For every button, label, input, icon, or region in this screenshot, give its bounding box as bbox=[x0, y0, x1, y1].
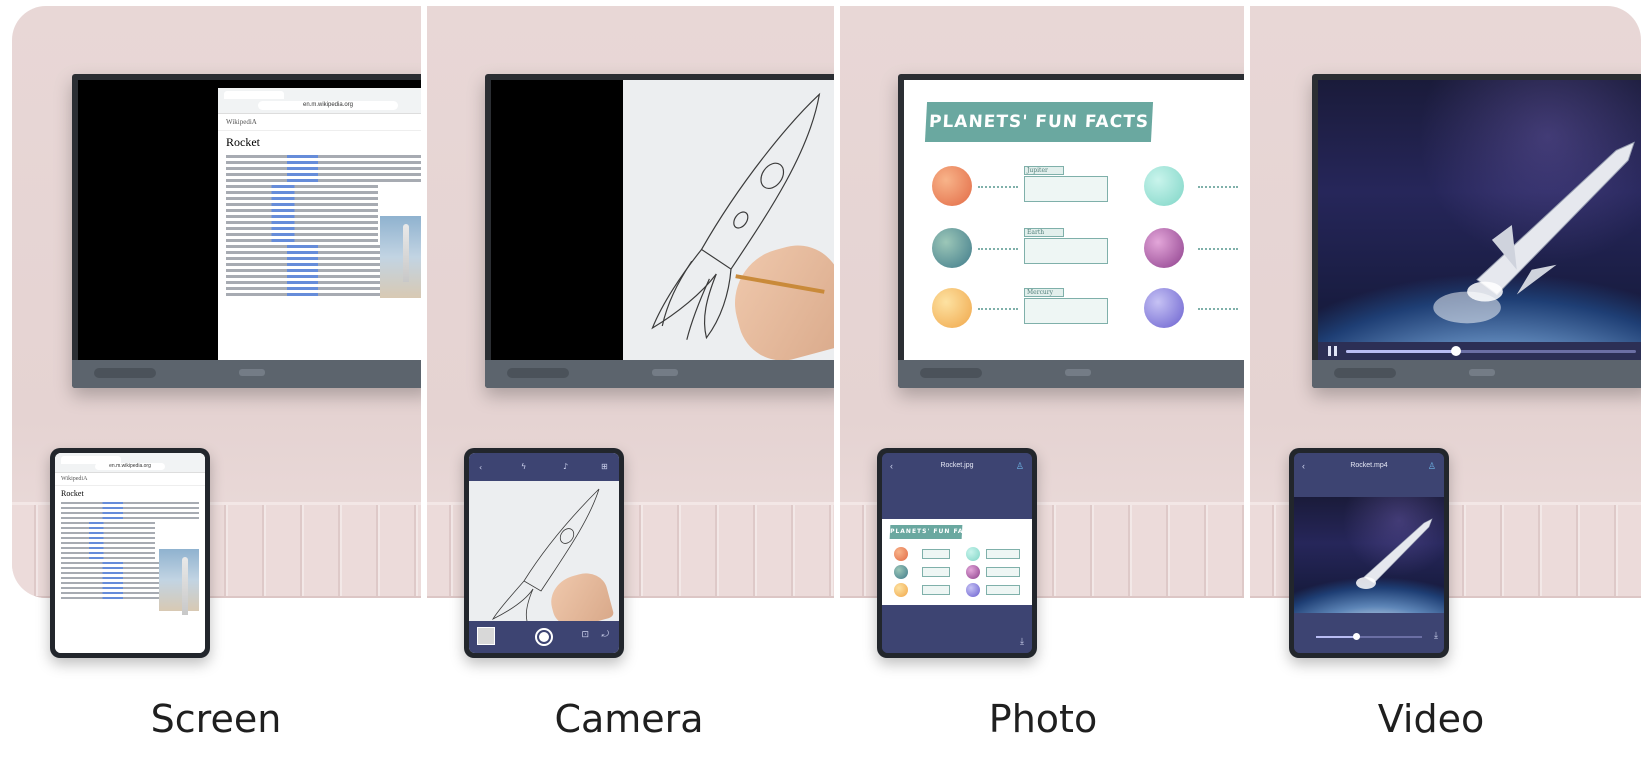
photo-file-name: Rocket.jpg bbox=[940, 462, 974, 469]
tablet-display: ‹ Rocket.mp4 ♙ ⤓ bbox=[1294, 453, 1444, 653]
seek-handle[interactable] bbox=[1451, 346, 1462, 356]
fact-box-earth bbox=[1024, 238, 1108, 264]
tablet-space-video bbox=[1294, 497, 1444, 613]
board-bezel bbox=[1312, 360, 1641, 388]
mercury-planet bbox=[932, 288, 972, 328]
cart-icon[interactable]: ⊞ bbox=[601, 462, 608, 471]
fact-label-mercury: Mercury bbox=[1024, 288, 1064, 297]
jupiter-planet bbox=[932, 166, 972, 206]
tablet-planets-slide: PLANETS' FUN FACTS bbox=[882, 519, 1032, 605]
tablet-display: en.m.wikipedia.org WikipediA Rocket bbox=[55, 453, 205, 653]
pause-icon[interactable] bbox=[1328, 346, 1338, 356]
tablet-video-seekbar[interactable] bbox=[1316, 633, 1422, 640]
board-bezel bbox=[898, 360, 1244, 388]
tablet-url-bar[interactable]: en.m.wikipedia.org bbox=[95, 463, 165, 470]
tablet-display: ‹ ϟ ♪ ⊞ ⊡ ⤾ bbox=[469, 453, 619, 653]
tablet-slide-title: PLANETS' FUN FACTS bbox=[889, 525, 979, 539]
switch-camera-icon[interactable]: ⊡ bbox=[581, 630, 589, 640]
interactive-board bbox=[1312, 74, 1641, 388]
photo-app-header: ‹ Rocket.jpg ♙ bbox=[882, 453, 1032, 491]
video-progress bbox=[1346, 350, 1457, 353]
rocket-sketch bbox=[623, 80, 834, 360]
wiki-article-title: Rocket bbox=[226, 135, 260, 149]
tablet-spaceship-graphic bbox=[1356, 518, 1433, 589]
download-icon[interactable]: ⤓ bbox=[1434, 631, 1438, 641]
tablet-seek-handle[interactable] bbox=[1353, 633, 1361, 640]
camera-bottom-bar: ⊡ ⤾ bbox=[469, 621, 619, 653]
video-app-footer: ⤓ bbox=[1294, 623, 1444, 653]
board-bezel bbox=[72, 360, 421, 388]
tablet-video-progress bbox=[1316, 636, 1357, 638]
feature-showcase: en.m.wikipedia.org WikipediA Rocket PLAN… bbox=[0, 0, 1641, 761]
board-screen: en.m.wikipedia.org WikipediA Rocket bbox=[78, 80, 421, 360]
planet-teal bbox=[1144, 166, 1184, 206]
tablet-earth bbox=[894, 565, 908, 579]
tablet-wiki-title: Rocket bbox=[61, 489, 84, 498]
gallery-thumbnail[interactable] bbox=[477, 627, 495, 645]
caption-camera: Camera bbox=[554, 697, 704, 741]
tablet-wiki-site-name: WikipediA bbox=[55, 473, 205, 486]
earth-planet bbox=[932, 228, 972, 268]
board-screen: PLANETS' FUN FACTS Jupiter Earth Mercury bbox=[904, 80, 1244, 360]
shutter-icon[interactable] bbox=[535, 628, 553, 646]
camera-toolbar: ‹ ϟ ♪ ⊞ bbox=[469, 453, 619, 481]
tablet-display: ‹ Rocket.jpg ♙ PLANETS' FUN FACTS ⤓ bbox=[882, 453, 1032, 653]
person-icon[interactable]: ♙ bbox=[1016, 461, 1024, 472]
interactive-board: PLANETS' FUN FACTS Jupiter Earth Mercury bbox=[898, 74, 1244, 388]
fact-label-jupiter: Jupiter bbox=[1024, 166, 1064, 175]
back-arrow-icon[interactable]: ‹ bbox=[479, 463, 482, 472]
flash-icon[interactable]: ϟ bbox=[521, 462, 526, 471]
rotate-icon[interactable]: ⤾ bbox=[602, 630, 610, 640]
video-seekbar[interactable] bbox=[1346, 346, 1636, 356]
tablet-rocket-photo bbox=[159, 549, 199, 615]
download-icon[interactable]: ⤓ bbox=[1020, 637, 1024, 647]
tablet-camera-preview bbox=[469, 481, 619, 621]
planet-violet bbox=[1144, 288, 1184, 328]
wiki-site-name: WikipediA bbox=[218, 114, 421, 131]
url-bar[interactable]: en.m.wikipedia.org bbox=[258, 101, 398, 110]
rocket-photo bbox=[380, 216, 421, 298]
tablet-camera: ‹ ϟ ♪ ⊞ ⊡ ⤾ bbox=[464, 448, 624, 658]
video-app-header: ‹ Rocket.mp4 ♙ bbox=[1294, 453, 1444, 491]
tablet-mercury bbox=[894, 583, 908, 597]
photo-app-footer: ⤓ bbox=[882, 633, 1032, 653]
slide-title: PLANETS' FUN FACTS bbox=[924, 102, 1154, 142]
mic-icon[interactable]: ♪ bbox=[563, 462, 568, 471]
video-file-name: Rocket.mp4 bbox=[1350, 462, 1388, 469]
interactive-board bbox=[485, 74, 834, 388]
tablet-photo: ‹ Rocket.jpg ♙ PLANETS' FUN FACTS ⤓ bbox=[877, 448, 1037, 658]
person-icon[interactable]: ♙ bbox=[1428, 461, 1436, 472]
board-screen bbox=[491, 80, 834, 360]
caption-photo: Photo bbox=[988, 697, 1098, 741]
planet-purple bbox=[1144, 228, 1184, 268]
caption-screen: Screen bbox=[150, 697, 282, 741]
planets-slide: PLANETS' FUN FACTS Jupiter Earth Mercury bbox=[904, 80, 1244, 360]
tablet-screen: en.m.wikipedia.org WikipediA Rocket bbox=[50, 448, 210, 658]
tablet-jupiter bbox=[894, 547, 908, 561]
fact-box-mercury bbox=[1024, 298, 1108, 324]
tablet-wiki-page: en.m.wikipedia.org WikipediA Rocket bbox=[55, 453, 205, 653]
wiki-page: en.m.wikipedia.org WikipediA Rocket bbox=[218, 88, 421, 360]
fact-label-earth: Earth bbox=[1024, 228, 1064, 237]
board-screen bbox=[1318, 80, 1641, 360]
video-controls bbox=[1318, 342, 1641, 360]
caption-video: Video bbox=[1377, 697, 1485, 741]
fact-box-jupiter bbox=[1024, 176, 1108, 202]
browser-chrome: en.m.wikipedia.org bbox=[218, 88, 421, 114]
board-bezel bbox=[485, 360, 834, 388]
spaceship-graphic bbox=[1433, 141, 1635, 324]
space-video bbox=[1318, 80, 1641, 360]
interactive-board: en.m.wikipedia.org WikipediA Rocket bbox=[72, 74, 421, 388]
tablet-video: ‹ Rocket.mp4 ♙ ⤓ bbox=[1289, 448, 1449, 658]
